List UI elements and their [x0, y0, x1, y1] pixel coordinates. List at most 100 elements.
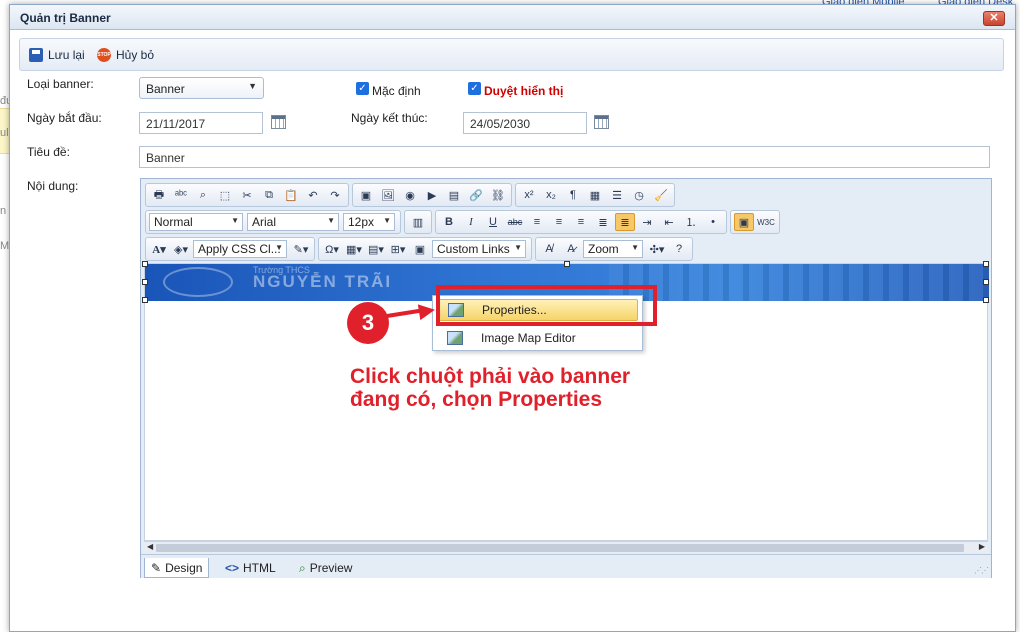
subscript-icon[interactable]: x₂ [541, 186, 561, 204]
mode-preview-tab[interactable]: ⌕ Preview [293, 558, 358, 578]
justify-icon[interactable]: ≣ [593, 213, 613, 231]
paragraph-style-icon[interactable]: ▤▾ [366, 240, 386, 258]
w3c-icon[interactable]: W3C [756, 213, 776, 231]
clock-icon[interactable]: ◷ [629, 186, 649, 204]
copy-icon[interactable]: ⧉ [259, 186, 279, 204]
resize-handle[interactable] [142, 297, 148, 303]
size-select[interactable]: 12px ▼ [343, 213, 395, 231]
image-map-icon [447, 331, 463, 345]
image-manager-icon[interactable]: 🖼 [378, 186, 398, 204]
unlink-icon[interactable]: ⛓ [488, 186, 508, 204]
font-select[interactable]: Arial ▼ [247, 213, 339, 231]
resize-handle[interactable] [142, 279, 148, 285]
align-right-icon[interactable]: ≡ [571, 213, 591, 231]
flash-icon[interactable]: ◉ [400, 186, 420, 204]
indent-icon[interactable]: ⇥ [637, 213, 657, 231]
instruction-line: đang có, chọn Properties [350, 388, 603, 411]
default-checkbox[interactable]: ✓ [356, 82, 369, 95]
custom-links-select[interactable]: Custom Links ▼ [432, 240, 526, 258]
toolbar-group: ▣ 🖼 ◉ ▶ ▤ 🔗 ⛓ [352, 183, 512, 207]
start-date-label: Ngày bắt đầu: [27, 111, 102, 125]
resize-handle[interactable] [983, 279, 989, 285]
resize-handle[interactable] [142, 261, 148, 267]
align-center-icon[interactable]: ≡ [549, 213, 569, 231]
scroll-left-icon[interactable]: ◀ [147, 542, 153, 551]
chevron-down-icon: ▼ [383, 216, 391, 225]
redo-icon[interactable]: ↷ [325, 186, 345, 204]
school-logo [163, 267, 233, 297]
hyperlink-icon[interactable]: 🔗 [466, 186, 486, 204]
save-button[interactable]: Lưu lại [29, 48, 85, 62]
select-all-icon[interactable]: ⬚ [215, 186, 235, 204]
spellcheck-icon[interactable]: ᵃᵇᶜ [171, 186, 191, 204]
align-none-icon[interactable]: ≣ [615, 213, 635, 231]
paragraph-icon[interactable]: ¶ [563, 186, 583, 204]
toolbar-group: Ω▾ ▦▾ ▤▾ ⊞▾ ▣ Custom Links ▼ [318, 237, 532, 261]
chevron-down-icon: ▼ [248, 81, 257, 91]
arrow-head-icon [417, 301, 437, 321]
resize-handle[interactable] [983, 297, 989, 303]
outdent-icon[interactable]: ⇤ [659, 213, 679, 231]
help-icon[interactable]: ? [669, 240, 689, 258]
format-painter-icon[interactable]: ▥ [408, 213, 428, 231]
strikethrough-icon[interactable]: abc [505, 213, 525, 231]
close-button[interactable]: ✕ [983, 11, 1005, 26]
align-left-icon[interactable]: ≡ [527, 213, 547, 231]
toolbar-group: ▣ W3C [730, 210, 780, 234]
format-select[interactable]: Normal ▼ [149, 213, 243, 231]
mode-label: Preview [309, 561, 353, 575]
find-icon[interactable]: ⌕ [193, 186, 213, 204]
symbols-icon[interactable]: Ω▾ [322, 240, 342, 258]
mode-design-tab[interactable]: ✎ Design [144, 558, 210, 578]
module-manager-icon[interactable]: ✣▾ [647, 240, 667, 258]
magnifier-icon: ⌕ [299, 560, 306, 575]
resize-handle[interactable] [983, 261, 989, 267]
zoom-select[interactable]: Zoom ▼ [583, 240, 643, 258]
image-map-editor-menu-item[interactable]: Image Map Editor [437, 327, 638, 349]
media-icon[interactable]: ▶ [422, 186, 442, 204]
mode-html-tab[interactable]: <> HTML [219, 558, 282, 578]
bullet-list-icon[interactable]: • [703, 213, 723, 231]
image-map-icon[interactable]: ▣ [410, 240, 430, 258]
cut-icon[interactable]: ✂ [237, 186, 257, 204]
scroll-thumb[interactable] [156, 544, 964, 552]
horizontal-scrollbar[interactable]: ◀ ▶ [144, 541, 988, 553]
stop-icon: STOP [97, 48, 111, 62]
fore-color-icon[interactable]: A▾ [149, 240, 169, 258]
format-stripper-icon[interactable]: 🧹 [651, 186, 671, 204]
zoom-value: Zoom [588, 242, 619, 256]
numbered-list-icon[interactable]: ⒈ [681, 213, 701, 231]
table-icon[interactable]: ▦▾ [344, 240, 364, 258]
scroll-right-icon[interactable]: ▶ [979, 542, 985, 551]
insert-element-icon[interactable]: ⊞▾ [388, 240, 408, 258]
italic-icon[interactable]: I [461, 213, 481, 231]
cancel-button[interactable]: STOP Hủy bỏ [97, 48, 154, 62]
toolbar-group: B I U abc ≡ ≡ ≡ ≣ ≣ ⇥ ⇤ ⒈ • [435, 210, 727, 234]
undo-icon[interactable]: ↶ [303, 186, 323, 204]
template-icon[interactable]: ▦ [585, 186, 605, 204]
paste-icon[interactable]: 📋 [281, 186, 301, 204]
title-input[interactable]: Banner [139, 146, 990, 168]
convert-lower-icon[interactable]: A̸ [539, 240, 559, 258]
end-date-input[interactable]: 24/05/2030 [463, 112, 587, 134]
xhtml-validator-icon[interactable]: ▣ [734, 213, 754, 231]
print-icon[interactable]: 🖶 [149, 186, 169, 204]
approve-checkbox[interactable]: ✓ [468, 82, 481, 95]
document-icon[interactable]: ▤ [444, 186, 464, 204]
banner-type-select[interactable]: Banner ▼ [139, 77, 264, 99]
underline-icon[interactable]: U [483, 213, 503, 231]
css-class-select[interactable]: Apply CSS Cl... ▼ [193, 240, 287, 258]
start-date-input[interactable]: 21/11/2017 [139, 112, 263, 134]
calendar-icon[interactable] [594, 115, 609, 129]
snippet-icon[interactable]: ☰ [607, 186, 627, 204]
format-sets-icon[interactable]: ✎▾ [291, 240, 311, 258]
image-icon[interactable]: ▣ [356, 186, 376, 204]
convert-upper-icon[interactable]: A̷ [561, 240, 581, 258]
calendar-icon[interactable] [271, 115, 286, 129]
bold-icon[interactable]: B [439, 213, 459, 231]
back-color-icon[interactable]: ◈▾ [171, 240, 191, 258]
superscript-icon[interactable]: x² [519, 186, 539, 204]
resize-handle[interactable] [564, 261, 570, 267]
dialog-titlebar[interactable]: Quản trị Banner ✕ [10, 5, 1015, 30]
resize-grip-icon[interactable]: ⋰⋰ [974, 566, 989, 575]
